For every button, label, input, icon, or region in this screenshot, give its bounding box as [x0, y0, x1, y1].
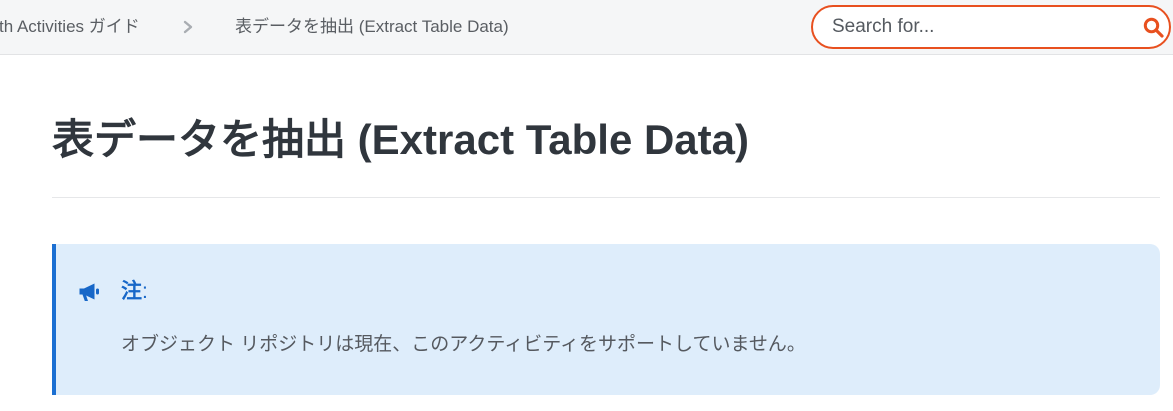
search-input[interactable] [832, 7, 1132, 47]
note-label-suffix: : [142, 280, 148, 303]
top-bar: th Activities ガイド 表データを抽出 (Extract Table… [0, 0, 1173, 55]
breadcrumb-item-parent[interactable]: th Activities ガイド [0, 0, 140, 54]
note-callout: 注: オブジェクト リポジトリは現在、このアクティビティをサポートしていません。 [52, 244, 1160, 395]
megaphone-icon [78, 282, 102, 302]
note-label-text: 注 [121, 280, 142, 303]
search-box[interactable] [811, 5, 1171, 49]
title-divider [52, 197, 1160, 198]
page-title: 表データを抽出 (Extract Table Data) [52, 116, 749, 163]
breadcrumb-item-current: 表データを抽出 (Extract Table Data) [235, 17, 509, 36]
note-label: 注: [121, 278, 148, 306]
note-text: オブジェクト リポジトリは現在、このアクティビティをサポートしていません。 [121, 334, 806, 355]
chevron-right-icon [182, 20, 194, 34]
search-icon[interactable] [1143, 17, 1164, 38]
